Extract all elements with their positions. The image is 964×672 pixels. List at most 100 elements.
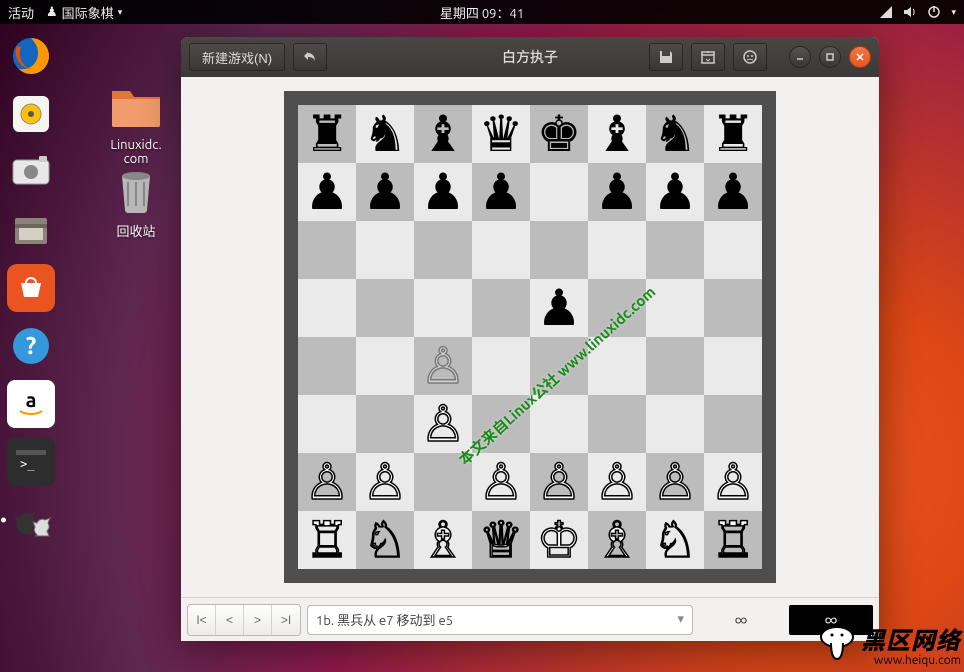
nav-buttons: I< < > >I [187, 604, 301, 636]
move-combobox[interactable]: 1b. 黑兵从 e7 移动到 e5 ▾ [307, 605, 693, 635]
maximize-button[interactable] [819, 46, 841, 68]
square-a7[interactable]: ♟ [298, 163, 356, 221]
square-h4[interactable] [704, 337, 762, 395]
square-c6[interactable] [414, 221, 472, 279]
square-h1[interactable]: ♖ [704, 511, 762, 569]
network-icon[interactable] [879, 5, 893, 19]
square-c1[interactable]: ♗ [414, 511, 472, 569]
square-a8[interactable]: ♜ [298, 105, 356, 163]
square-g3[interactable] [646, 395, 704, 453]
square-a2[interactable]: ♙ [298, 453, 356, 511]
square-f5[interactable] [588, 279, 646, 337]
square-h8[interactable]: ♜ [704, 105, 762, 163]
square-c4[interactable]: ♙ [414, 337, 472, 395]
close-button[interactable] [849, 46, 871, 68]
square-g7[interactable]: ♟ [646, 163, 704, 221]
nav-prev-button[interactable]: < [216, 605, 244, 635]
square-b1[interactable]: ♘ [356, 511, 414, 569]
open-button[interactable] [691, 43, 725, 71]
save-button[interactable] [649, 43, 683, 71]
square-e7[interactable] [530, 163, 588, 221]
square-d7[interactable]: ♟ [472, 163, 530, 221]
square-d4[interactable] [472, 337, 530, 395]
square-a4[interactable] [298, 337, 356, 395]
square-h3[interactable] [704, 395, 762, 453]
volume-icon[interactable] [903, 5, 917, 19]
software-icon[interactable] [7, 264, 55, 312]
square-e4[interactable] [530, 337, 588, 395]
square-b8[interactable]: ♞ [356, 105, 414, 163]
square-d5[interactable] [472, 279, 530, 337]
firefox-icon[interactable] [7, 32, 55, 80]
square-a6[interactable] [298, 221, 356, 279]
power-icon[interactable] [927, 5, 941, 19]
square-e8[interactable]: ♚ [530, 105, 588, 163]
square-a5[interactable] [298, 279, 356, 337]
square-b7[interactable]: ♟ [356, 163, 414, 221]
activities-button[interactable]: 活动 [8, 3, 34, 22]
square-c2[interactable] [414, 453, 472, 511]
square-g6[interactable] [646, 221, 704, 279]
shotwell-icon[interactable] [7, 148, 55, 196]
piece: ♟ [537, 283, 582, 333]
piece: ♜ [305, 109, 350, 159]
square-b4[interactable] [356, 337, 414, 395]
desktop-trash[interactable]: 回收站 [96, 163, 176, 240]
piece: ♟ [595, 167, 640, 217]
square-g5[interactable] [646, 279, 704, 337]
square-g4[interactable] [646, 337, 704, 395]
help-icon[interactable]: ? [7, 322, 55, 370]
square-e2[interactable]: ♙ [530, 453, 588, 511]
square-g1[interactable]: ♘ [646, 511, 704, 569]
desktop-folder-linuxidc[interactable]: Linuxidc. com [96, 80, 176, 166]
square-h7[interactable]: ♟ [704, 163, 762, 221]
square-c3[interactable]: ♙ [414, 395, 472, 453]
square-c7[interactable]: ♟ [414, 163, 472, 221]
square-b3[interactable] [356, 395, 414, 453]
amazon-icon[interactable]: a [7, 380, 55, 428]
undo-button[interactable] [293, 43, 327, 71]
square-b2[interactable]: ♙ [356, 453, 414, 511]
clock-label[interactable]: 星期四 09：41 [440, 3, 524, 22]
square-b6[interactable] [356, 221, 414, 279]
rhythmbox-icon[interactable] [7, 90, 55, 138]
square-d8[interactable]: ♛ [472, 105, 530, 163]
square-g8[interactable]: ♞ [646, 105, 704, 163]
square-f4[interactable] [588, 337, 646, 395]
square-f2[interactable]: ♙ [588, 453, 646, 511]
square-b5[interactable] [356, 279, 414, 337]
chess-board[interactable]: 本文来自Linux公社 www.linuxidc.com ♜♞♝♛♚♝♞♜♟♟♟… [298, 105, 762, 569]
square-c5[interactable] [414, 279, 472, 337]
minimize-button[interactable] [789, 46, 811, 68]
square-e5[interactable]: ♟ [530, 279, 588, 337]
square-d3[interactable] [472, 395, 530, 453]
square-a3[interactable] [298, 395, 356, 453]
nav-first-button[interactable]: I< [188, 605, 216, 635]
square-d1[interactable]: ♕ [472, 511, 530, 569]
terminal-icon[interactable]: >_ [7, 438, 55, 486]
chess-app-icon[interactable] [7, 496, 55, 544]
square-d6[interactable] [472, 221, 530, 279]
square-f1[interactable]: ♗ [588, 511, 646, 569]
square-g2[interactable]: ♙ [646, 453, 704, 511]
square-e3[interactable] [530, 395, 588, 453]
square-h6[interactable] [704, 221, 762, 279]
square-d2[interactable]: ♙ [472, 453, 530, 511]
square-a1[interactable]: ♖ [298, 511, 356, 569]
square-f7[interactable]: ♟ [588, 163, 646, 221]
new-game-button[interactable]: 新建游戏(N) [189, 43, 285, 71]
square-f3[interactable] [588, 395, 646, 453]
square-e1[interactable]: ♔ [530, 511, 588, 569]
nav-next-button[interactable]: > [244, 605, 272, 635]
piece: ♙ [421, 399, 466, 449]
square-h5[interactable] [704, 279, 762, 337]
square-f8[interactable]: ♝ [588, 105, 646, 163]
app-menu[interactable]: ♟ 国际象棋 ▾ [46, 3, 122, 22]
square-c8[interactable]: ♝ [414, 105, 472, 163]
square-f6[interactable] [588, 221, 646, 279]
files-icon[interactable] [7, 206, 55, 254]
nav-last-button[interactable]: >I [272, 605, 300, 635]
square-h2[interactable]: ♙ [704, 453, 762, 511]
resign-button[interactable] [733, 43, 767, 71]
square-e6[interactable] [530, 221, 588, 279]
